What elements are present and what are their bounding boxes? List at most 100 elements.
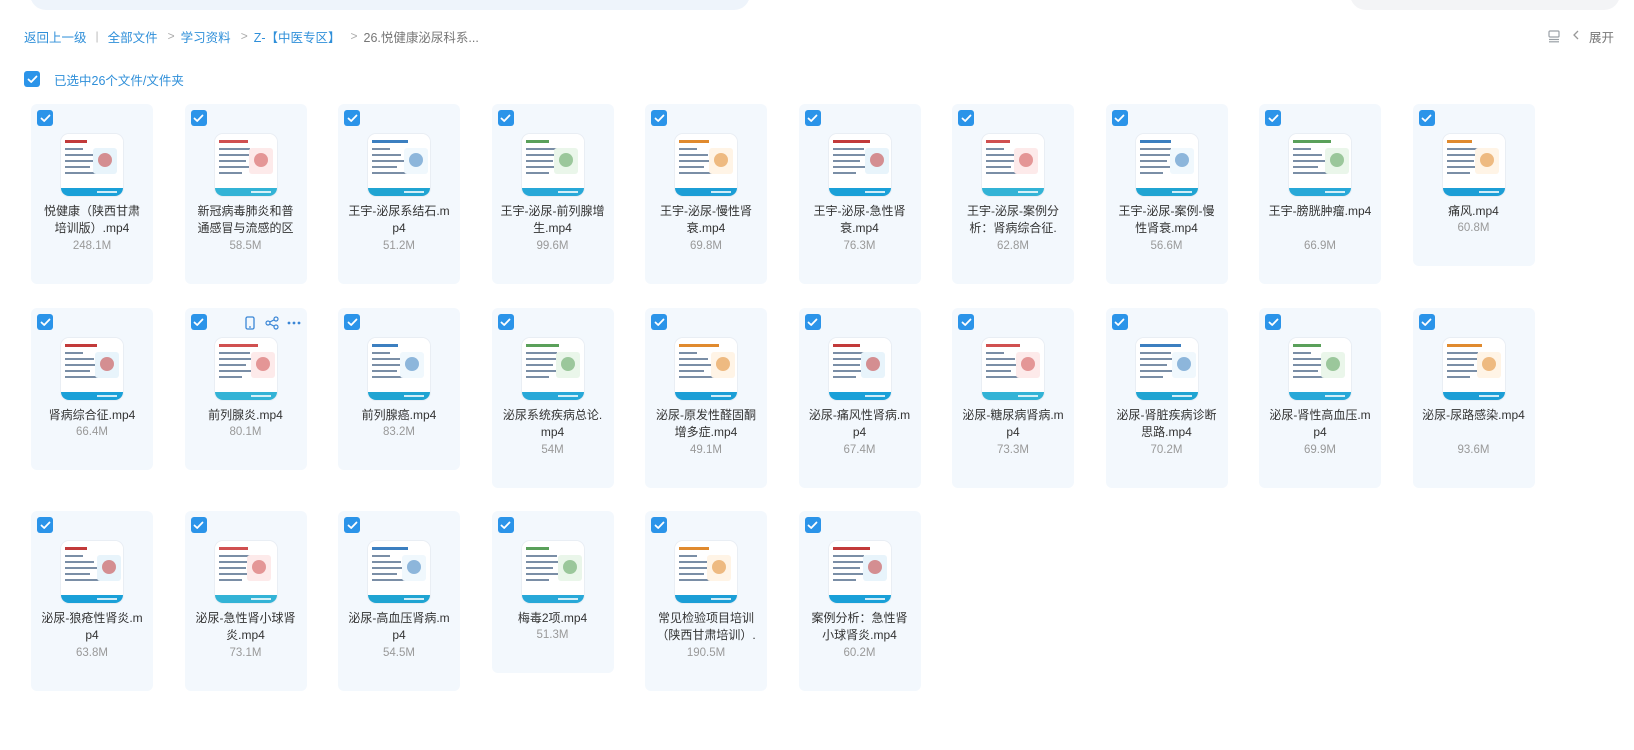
file-card[interactable]: 泌尿-原发性醛固酮增多症.mp4 49.1M [645, 308, 767, 488]
file-card[interactable]: 梅毒2项.mp4 51.3M [491, 511, 614, 673]
file-card[interactable]: 泌尿-狼疮性肾炎.mp4 63.8M [31, 511, 153, 691]
file-checkbox[interactable] [1265, 314, 1281, 330]
file-card[interactable]: 王宇-泌尿系结石.mp4 51.2M [338, 104, 460, 284]
file-checkbox[interactable] [344, 517, 360, 533]
file-size: 83.2M [383, 426, 415, 438]
breadcrumb-tcm-section[interactable]: Z-【中医专区】 [254, 27, 341, 46]
file-card[interactable]: 泌尿-急性肾小球肾炎.mp4 73.1M [184, 511, 307, 691]
share-icon[interactable] [264, 316, 279, 330]
selection-count-text: 已选中26个文件/文件夹 [54, 73, 184, 88]
file-checkbox[interactable] [190, 314, 207, 330]
video-thumbnail [214, 541, 277, 603]
file-size: 73.1M [229, 647, 262, 659]
video-thumbnail [982, 338, 1044, 400]
checkmark-icon [1421, 114, 1432, 122]
file-card[interactable]: 泌尿-高血压肾病.mp4 54.5M [338, 511, 460, 691]
checkmark-icon [654, 114, 664, 122]
file-card[interactable]: 王宇-泌尿-案例-慢性肾衰.mp4 56.6M [1105, 104, 1228, 284]
breadcrumb-study-materials[interactable]: 学习资料 [181, 27, 231, 46]
video-thumbnail [1442, 338, 1505, 400]
file-checkbox[interactable] [1418, 314, 1435, 330]
back-link[interactable]: 返回上一级 [24, 27, 87, 46]
file-card[interactable]: 常见检验项目培训（陕西甘肃培训）. 190.5M [645, 511, 767, 691]
file-checkbox[interactable] [651, 314, 667, 330]
file-checkbox[interactable] [344, 314, 360, 330]
file-name: 王宇-膀胱肿瘤.mp4 [1268, 204, 1372, 218]
file-card[interactable]: 前列腺癌.mp4 83.2M [338, 308, 460, 470]
file-size: 248.1M [72, 240, 112, 252]
file-size: 66.9M [1304, 240, 1336, 252]
file-checkbox[interactable] [37, 517, 53, 533]
file-size: 80.1M [229, 426, 262, 438]
file-checkbox[interactable] [1111, 110, 1128, 126]
file-checkbox[interactable] [497, 110, 514, 126]
file-name: 泌尿-急性肾小球肾炎.mp4 [195, 611, 296, 642]
file-name: 梅毒2项.mp4 [517, 611, 588, 625]
checkmark-icon [40, 114, 50, 122]
video-thumbnail [675, 541, 737, 603]
file-card[interactable]: 案例分析：急性肾小球肾炎.mp4 60.2M [798, 511, 921, 691]
more-icon[interactable] [287, 316, 301, 330]
checkmark-icon [500, 114, 511, 122]
file-size: 49.1M [690, 444, 722, 456]
file-checkbox[interactable] [37, 314, 53, 330]
chevron-left-icon [1571, 29, 1581, 44]
select-all-checkbox[interactable] [24, 71, 40, 87]
file-checkbox[interactable] [804, 110, 821, 126]
file-card[interactable]: 王宇-膀胱肿瘤.mp4 66.9M [1259, 104, 1381, 284]
file-card[interactable]: 泌尿-痛风性肾病.mp4 67.4M [798, 308, 921, 488]
file-checkbox[interactable] [1265, 110, 1281, 126]
file-checkbox[interactable] [190, 517, 207, 533]
list-view-icon[interactable] [1547, 29, 1561, 43]
video-thumbnail [1135, 338, 1198, 400]
file-name: 泌尿-肾脏疾病诊断思路.mp4 [1116, 408, 1217, 439]
file-name: 前列腺癌.mp4 [361, 408, 437, 422]
file-size: 93.6M [1457, 444, 1490, 456]
file-checkbox[interactable] [190, 110, 207, 126]
phone-icon[interactable] [243, 316, 257, 330]
file-size: 51.3M [536, 629, 569, 641]
file-card[interactable]: 王宇-泌尿-慢性肾衰.mp4 69.8M [645, 104, 767, 284]
file-name: 王宇-泌尿-前列腺增生.mp4 [500, 204, 605, 235]
checkmark-icon [1114, 114, 1125, 122]
file-checkbox[interactable] [651, 110, 667, 126]
video-thumbnail [521, 541, 584, 603]
file-checkbox[interactable] [1418, 110, 1435, 126]
file-card[interactable]: 王宇-泌尿-急性肾衰.mp4 76.3M [798, 104, 921, 284]
file-size: 63.8M [76, 647, 108, 659]
file-card[interactable]: 泌尿系统疾病总论.mp4 54M [491, 308, 614, 488]
file-card[interactable]: 新冠病毒肺炎和普通感冒与流感的区 58.5M [184, 104, 307, 284]
file-card[interactable]: 王宇-泌尿-案例分析：肾病综合征. 62.8M [952, 104, 1074, 284]
file-card[interactable]: 泌尿-糖尿病肾病.mp4 73.3M [952, 308, 1074, 488]
file-checkbox[interactable] [344, 110, 360, 126]
file-checkbox[interactable] [497, 517, 514, 533]
checkmark-icon [807, 114, 818, 122]
file-size: 60.2M [843, 647, 876, 659]
file-checkbox[interactable] [497, 314, 514, 330]
file-card[interactable]: 王宇-泌尿-前列腺增生.mp4 99.6M [491, 104, 614, 284]
expand-label: 展开 [1588, 30, 1614, 45]
file-name: 泌尿系统疾病总论.mp4 [502, 408, 603, 439]
search-box[interactable] [1350, 0, 1620, 10]
file-checkbox[interactable] [804, 314, 821, 330]
file-card[interactable]: 泌尿-尿路感染.mp4 93.6M [1412, 308, 1535, 488]
file-checkbox[interactable] [958, 314, 974, 330]
expand-button[interactable]: 展开 [1571, 27, 1614, 46]
checkmark-icon [961, 114, 971, 122]
file-card[interactable]: 泌尿-肾脏疾病诊断思路.mp4 70.2M [1105, 308, 1228, 488]
file-card[interactable]: 悦健康（陕西甘肃培训版）.mp4 248.1M [31, 104, 153, 284]
video-thumbnail [214, 134, 277, 196]
video-thumbnail [214, 338, 277, 400]
file-checkbox[interactable] [651, 517, 667, 533]
breadcrumb-all-files[interactable]: 全部文件 [108, 27, 158, 46]
file-card[interactable]: 泌尿-肾性高血压.mp4 69.9M [1259, 308, 1381, 488]
file-size: 54.5M [383, 647, 415, 659]
file-card[interactable]: 前列腺炎.mp4 80.1M [184, 308, 307, 470]
file-checkbox[interactable] [1111, 314, 1128, 330]
file-card[interactable]: 肾病综合征.mp4 66.4M [31, 308, 153, 470]
file-checkbox[interactable] [804, 517, 821, 533]
file-card[interactable]: 痛风.mp4 60.8M [1412, 104, 1535, 266]
file-checkbox[interactable] [958, 110, 974, 126]
top-toolbar-remnant [0, 0, 1634, 12]
file-checkbox[interactable] [37, 110, 53, 126]
